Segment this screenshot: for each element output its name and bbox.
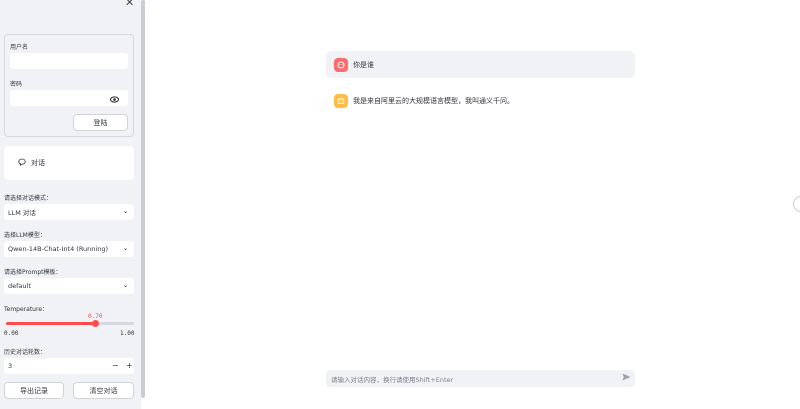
password-label: 密码 <box>10 81 23 88</box>
chat-message-user: 你是谁 <box>326 51 635 78</box>
llm-model-select[interactable]: Qwen-14B-Chat-Int4 (Running) ⌄ <box>4 241 134 257</box>
message-text: 我是来自阿里云的大规模语言模型，我叫通义千问。 <box>353 96 514 105</box>
chat-main: 你是谁 我是来自阿里云的大规模语言模型，我叫通义千问。 请输入对话内容，换行请使… <box>145 0 800 409</box>
menu-item-label: 对话 <box>31 159 45 167</box>
scroll-handle[interactable] <box>793 196 800 212</box>
dialog-mode-value: LLM 对话 <box>8 209 36 217</box>
chevron-down-icon: ⌄ <box>122 245 128 252</box>
temperature-slider[interactable] <box>6 320 134 327</box>
message-text: 你是谁 <box>353 60 374 69</box>
sidebar: ✕ 用户名 密码 登陆 对话 请选择对话模式： LLM 对话 ⌄ 选择LLM模型… <box>0 0 141 409</box>
dialog-mode-label: 请选择对话模式： <box>4 195 53 202</box>
temperature-min: 0.00 <box>4 330 19 337</box>
minus-button[interactable]: − <box>112 361 119 370</box>
chevron-down-icon: ⌄ <box>122 208 128 215</box>
chevron-down-icon: ⌄ <box>122 282 128 289</box>
menu-item-chat[interactable]: 对话 <box>4 146 134 180</box>
temperature-max: 1.00 <box>120 330 135 337</box>
llm-model-label: 选择LLM模型： <box>4 232 46 239</box>
eye-icon[interactable] <box>110 96 119 105</box>
username-field[interactable] <box>10 53 128 69</box>
user-avatar-icon <box>334 57 348 72</box>
login-button[interactable]: 登陆 <box>73 114 128 131</box>
history-stepper[interactable]: 3 − + <box>4 358 134 374</box>
temperature-label: Temperature： <box>4 306 49 313</box>
send-icon[interactable] <box>622 373 631 383</box>
prompt-template-value: default <box>8 282 31 290</box>
chat-bubble-icon <box>18 158 26 168</box>
clear-button[interactable]: 清空对话 <box>73 382 134 399</box>
chat-input[interactable]: 请输入对话内容，换行请使用Shift+Enter <box>326 370 635 387</box>
prompt-template-label: 请选择Prompt模板： <box>4 269 62 276</box>
chat-input-placeholder: 请输入对话内容，换行请使用Shift+Enter <box>331 375 454 384</box>
close-icon[interactable]: ✕ <box>125 0 134 8</box>
chat-message-assistant: 我是来自阿里云的大规模语言模型，我叫通义千问。 <box>326 87 635 114</box>
slider-fill <box>6 322 96 325</box>
history-label: 历史对话轮数： <box>4 349 47 356</box>
llm-model-value: Qwen-14B-Chat-Int4 (Running) <box>8 245 109 253</box>
prompt-template-select[interactable]: default ⌄ <box>4 278 134 294</box>
temperature-value: 0.70 <box>88 313 103 320</box>
slider-thumb[interactable] <box>92 320 100 327</box>
assistant-avatar-icon <box>334 93 348 108</box>
export-button[interactable]: 导出记录 <box>4 382 64 399</box>
dialog-mode-select[interactable]: LLM 对话 ⌄ <box>4 204 134 220</box>
username-label: 用户名 <box>10 44 29 51</box>
plus-button[interactable]: + <box>126 361 133 370</box>
history-value: 3 <box>8 362 13 370</box>
